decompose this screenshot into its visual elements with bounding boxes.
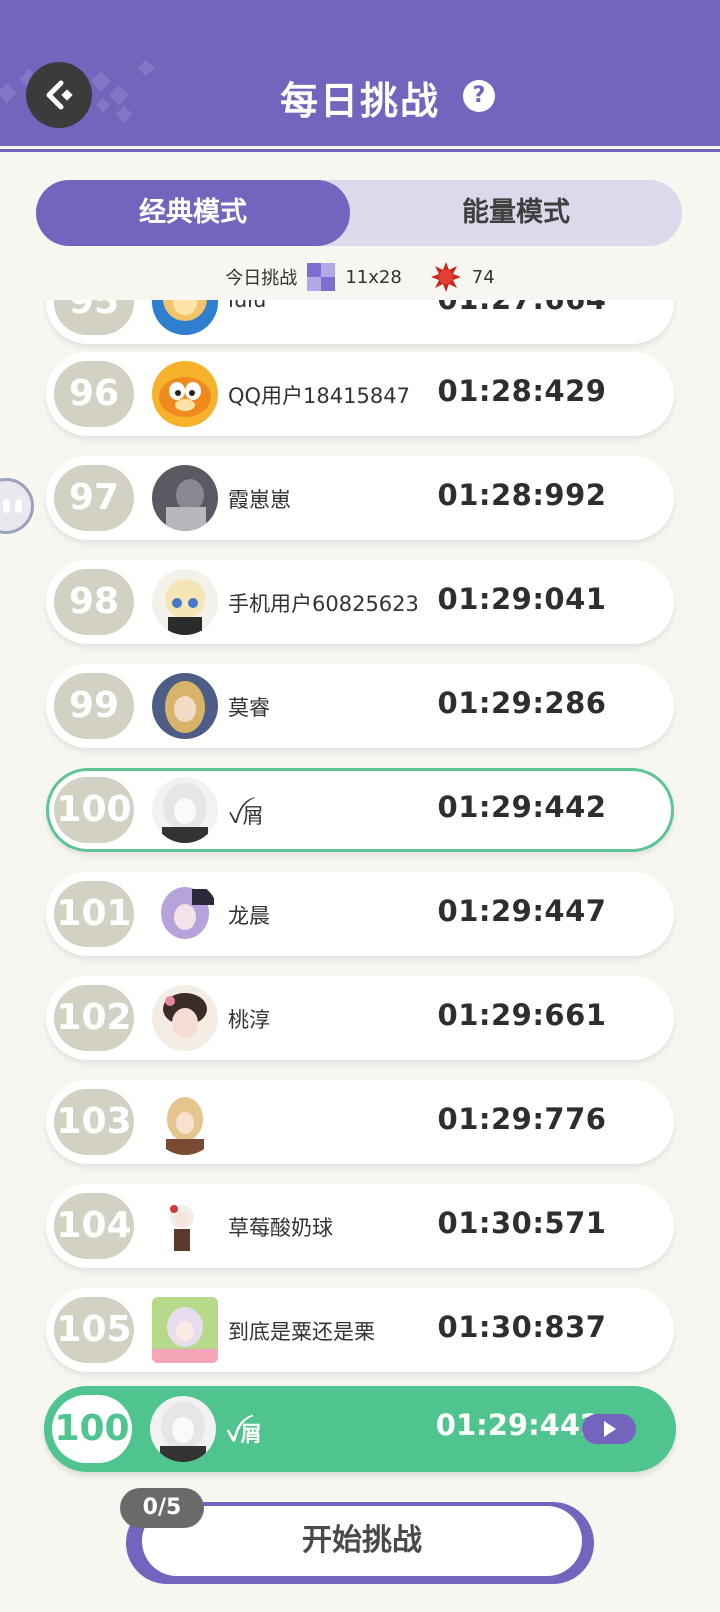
user-name: lulu [228,300,267,312]
user-name: 草莓酸奶球 [228,1216,333,1240]
leaderboard-row-current-user[interactable]: 100 ꪜ屑 01:29:442 [46,768,674,852]
rank-badge: 95 [54,300,134,335]
avatar [152,777,218,843]
avatar [152,1297,218,1363]
leaderboard-row[interactable]: 104 草莓酸奶球 01:30:571 [46,1184,674,1268]
user-name: 莫睿 [228,696,270,720]
record-time: 01:29:041 [437,582,607,616]
avatar [152,1193,218,1259]
rank-badge: 97 [54,465,134,531]
record-time: 01:29:661 [437,998,607,1032]
avatar [152,985,218,1051]
play-icon [604,1421,616,1437]
page-title: 每日挑战 [279,79,440,123]
user-name: 桃淳 [228,1008,270,1032]
leaderboard-row[interactable]: 97 霞崽崽 01:28:992 [46,456,674,540]
avatar [152,361,218,427]
tab-energy-mode[interactable]: 能量模式 [350,180,682,246]
side-eye-icon [15,499,22,513]
energy-sun-icon [430,262,461,292]
user-name: 手机用户60825623 [228,592,419,616]
challenge-info-label: 今日挑战 [225,268,298,289]
start-challenge-label: 开始挑战 [142,1506,582,1576]
avatar [152,300,218,335]
avatar [152,1089,218,1155]
attempts-badge: 0/5 [120,1488,204,1528]
leaderboard-row[interactable]: 102 桃淳 01:29:661 [46,976,674,1060]
avatar [152,465,218,531]
rank-badge: 98 [54,569,134,635]
mode-tabs: 经典模式 能量模式 [36,180,682,246]
leaderboard-list[interactable]: 95 lulu 01:27:664 96 QQ用户18415847 01:28:… [0,300,720,1386]
record-time: 01:28:429 [437,374,607,408]
rank-badge: 104 [54,1193,134,1259]
avatar [152,673,218,739]
leaderboard-row[interactable]: 103 01:29:776 [46,1080,674,1164]
record-time: 01:28:992 [437,478,607,512]
record-time: 01:29:776 [437,1102,607,1136]
user-name: 龙晨 [228,904,270,928]
leaderboard-row[interactable]: 98 手机用户60825623 01:29:041 [46,560,674,644]
my-avatar [150,1396,216,1462]
energy-value: 74 [471,266,495,288]
record-time: 01:29:447 [437,894,607,928]
my-record-time: 01:29:442 [435,1408,601,1442]
record-time: 01:29:286 [437,686,607,720]
user-name: ꪜ屑 [228,804,264,828]
leaderboard-row[interactable]: 105 到底是粟还是栗 01:30:837 [46,1288,674,1372]
rank-badge: 100 [54,777,134,843]
leaderboard-row[interactable]: 96 QQ用户18415847 01:28:429 [46,352,674,436]
header-bar: 每日挑战 ? [0,0,720,146]
grid-size-icon [307,263,336,291]
rank-badge: 101 [54,881,134,947]
my-rank-badge: 100 [52,1395,132,1463]
grid-size-value: 11x28 [345,266,402,288]
avatar [152,569,218,635]
record-time: 01:30:571 [437,1206,607,1240]
record-time: 01:29:442 [437,790,607,824]
rank-badge: 103 [54,1089,134,1155]
record-time: 01:27:664 [432,300,612,316]
user-name: QQ用户18415847 [228,384,410,408]
question-circle-icon[interactable]: ? [463,80,495,112]
user-name: 霞崽崽 [228,488,291,512]
leaderboard-row[interactable]: 101 龙晨 01:29:447 [46,872,674,956]
header-divider [0,146,720,152]
rank-badge: 105 [54,1297,134,1363]
my-rank-bar[interactable]: 100 ꪜ屑 01:29:442 [44,1386,676,1472]
rank-badge: 102 [54,985,134,1051]
leaderboard-row[interactable]: 99 莫睿 01:29:286 [46,664,674,748]
challenge-info: 今日挑战 11x28 74 [0,260,720,294]
record-time: 01:30:837 [437,1310,607,1344]
replay-button[interactable] [582,1414,636,1444]
my-user-name: ꪜ屑 [226,1422,262,1446]
rank-badge: 96 [54,361,134,427]
leaderboard-row[interactable]: 95 lulu 01:27:664 [46,300,674,344]
tab-classic-mode[interactable]: 经典模式 [36,180,350,246]
side-eye-icon [3,499,10,513]
avatar [152,881,218,947]
rank-badge: 99 [54,673,134,739]
user-name: 到底是粟还是栗 [228,1320,375,1344]
